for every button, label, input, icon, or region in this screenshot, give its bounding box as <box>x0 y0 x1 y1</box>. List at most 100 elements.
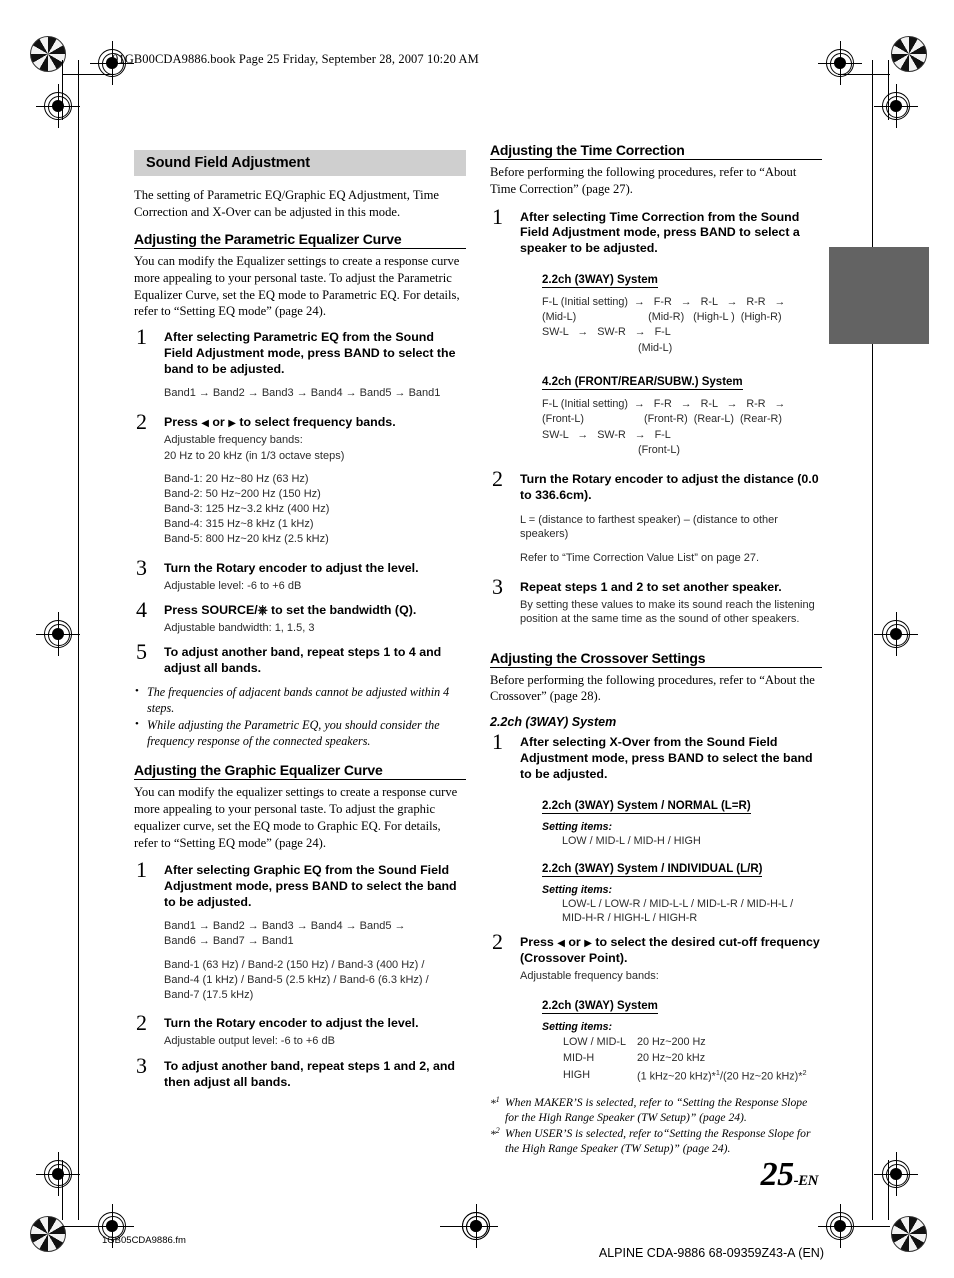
section-title-sound-field-adjustment: Sound Field Adjustment <box>134 150 466 176</box>
step-heading: Press SOURCE/⎈ to set the bandwidth (Q). <box>164 603 466 619</box>
subheading-4-2ch-front-rear-subw-system: 4.2ch (FRONT/REAR/SUBW.) System <box>542 375 743 390</box>
step-heading: To adjust another band, repeat steps 1 a… <box>164 1059 456 1089</box>
parametric-notes-list: The frequencies of adjacent bands cannot… <box>134 684 466 750</box>
setting-items-values: LOW / MID-L / MID-H / HIGH <box>562 835 701 848</box>
registration-target-lower-left <box>36 1152 80 1196</box>
right-column: Adjusting the Time Correction Before per… <box>490 142 822 1157</box>
heading-adjusting-graphic-equalizer-curve: Adjusting the Graphic Equalizer Curve <box>134 762 466 780</box>
table-row: MID-H 20 Hz~20 kHz <box>562 1050 808 1066</box>
footnote-number: 1 <box>495 1094 500 1104</box>
crop-mark-top-horizontal-left <box>62 74 114 75</box>
registration-target-mid-right <box>874 84 918 128</box>
values-line-2: MID-H-R / HIGH-L / HIGH-R <box>562 911 698 924</box>
step-text-part-a: Turn the <box>520 472 573 487</box>
book-header-line: 01GB00CDA9886.book Page 25 Friday, Septe… <box>112 52 479 66</box>
step-heading: Turn the Rotary encoder to adjust the le… <box>164 561 466 577</box>
band-freq-line-3: Band-7 (17.5 kHz) <box>164 989 254 1002</box>
flow-line-2: (Mid-L) (Mid-R) (High-L ) (High-R) <box>542 310 782 323</box>
parametric-intro-paragraph: You can modify the Equalizer settings to… <box>134 253 460 319</box>
note-item: The frequencies of adjacent bands cannot… <box>134 684 466 717</box>
speaker-flow-2-2ch: 2.2ch (3WAY) System F-L (Initial setting… <box>542 270 822 356</box>
frequency-table: LOW / MID-L 20 Hz~200 Hz MID-H 20 Hz~20 … <box>562 1034 808 1085</box>
step-text-part-a: Press <box>164 415 202 430</box>
footnote-text: When USER’S is selected, refer to“Settin… <box>505 1126 811 1155</box>
key-rotary-encoder: Rotary encoder <box>216 561 307 576</box>
registration-circle-bottom-right <box>891 1216 927 1252</box>
row-label: LOW / MID-L <box>563 1035 626 1048</box>
crop-mark-right-vertical <box>872 60 873 1220</box>
model-identification-line: ALPINE CDA-9886 68-09359Z43-A (EN) <box>598 1246 824 1260</box>
heading-adjusting-crossover-settings: Adjusting the Crossover Settings <box>490 650 822 668</box>
distance-formula: L = (distance to farthest speaker) – (di… <box>520 513 822 543</box>
values-line-1: LOW-L / LOW-R / MID-L-L / MID-L-R / MID-… <box>562 897 794 910</box>
footnote-marker: *2 <box>490 1126 500 1142</box>
subheading-normal-mode: 2.2ch (3WAY) System / NORMAL (L=R) <box>542 800 751 815</box>
row-label: HIGH <box>563 1069 590 1082</box>
step-number: 2 <box>492 929 503 955</box>
source-file-name: 1GB05CDA9886.fm <box>102 1235 186 1246</box>
step-number: 4 <box>136 596 147 622</box>
step-heading: Turn the Rotary encoder to adjust the le… <box>164 1016 466 1032</box>
step-number: 1 <box>492 203 503 229</box>
registration-circle-bottom-left <box>30 1216 66 1252</box>
left-arrow-icon: ◀ <box>557 938 565 950</box>
footnote-number: 2 <box>495 1125 500 1135</box>
step-number: 3 <box>136 1053 147 1079</box>
subheading-2-2ch-3way-system: 2.2ch (3WAY) System <box>542 273 658 288</box>
crop-mark-bottom-center-horizontal <box>440 1226 496 1227</box>
registration-target-top-right <box>818 41 862 85</box>
time-correction-step-2: 2 Turn the Rotary encoder to adjust the … <box>490 468 822 566</box>
step-number: 3 <box>136 555 147 581</box>
step-text-part-b: or <box>564 935 585 950</box>
left-column: Sound Field Adjustment The setting of Pa… <box>134 150 466 1099</box>
step-heading: Press ◀ or ▶ to select the desired cut-o… <box>520 935 822 966</box>
graphic-step-2: 2 Turn the Rotary encoder to adjust the … <box>134 1012 466 1048</box>
step-heading: After selecting Parametric EQ from the S… <box>164 330 466 377</box>
step-number: 1 <box>492 729 503 755</box>
flow-line-2: (Front-L) (Front-R) (Rear-L) (Rear-R) <box>542 413 782 426</box>
step-text-part-b: to adjust the level. <box>307 1016 419 1031</box>
step-text-part-b: to set the bandwidth (Q). <box>267 602 417 617</box>
flow-line-4: (Mid-L) <box>542 341 673 354</box>
graphic-step-1: 1 After selecting Graphic EQ from the So… <box>134 859 466 1003</box>
band-frequency-list: Band-1: 20 Hz~80 Hz (63 Hz) Band-2: 50 H… <box>164 472 466 547</box>
crop-mark-left-vertical <box>78 60 79 1220</box>
flow-line-1: F-L (Initial setting) → F-R → R-L → R-R … <box>542 397 786 410</box>
footnote-text: When MAKER’S is selected, refer to “Sett… <box>505 1095 808 1124</box>
graphic-band-flow-sequence: Band1 → Band2 → Band3 → Band4 → Band5 → … <box>164 919 466 949</box>
crossover-intro-paragraph: Before performing the following procedur… <box>490 672 815 704</box>
crossover-individual-block: 2.2ch (3WAY) System / INDIVIDUAL (L/R) S… <box>542 859 822 926</box>
key-band: BAND <box>343 345 380 360</box>
footnote-1: *1 When MAKER’S is selected, refer to “S… <box>490 1095 822 1125</box>
crop-mark-top-horizontal-right <box>838 74 890 75</box>
step-text-part-b: or <box>208 415 229 430</box>
registration-target-lower-right <box>874 1152 918 1196</box>
crossover-step-1: 1 After selecting X-Over from the Sound … <box>490 731 822 926</box>
section-intro-paragraph: The setting of Parametric EQ/Graphic EQ … <box>134 188 439 219</box>
footnotes-block: *1 When MAKER’S is selected, refer to “S… <box>490 1095 822 1156</box>
page-number: 25-EN <box>761 1156 819 1194</box>
parametric-step-2: 2 Press ◀ or ▶ to select frequency bands… <box>134 411 466 547</box>
adjustable-output-level-range: Adjustable output level: -6 to +6 dB <box>164 1034 335 1047</box>
setting-items-label: Setting items: <box>542 1020 613 1033</box>
registration-target-center-left <box>36 612 80 656</box>
step-number: 2 <box>136 1010 147 1036</box>
step-heading: After selecting Graphic EQ from the Soun… <box>164 863 466 910</box>
registration-circle-top-right <box>891 36 927 72</box>
key-rotary-encoder: Rotary encoder <box>572 472 663 487</box>
step-number: 1 <box>136 324 147 350</box>
crop-mark-right-vertical-outer <box>888 60 889 120</box>
footnote-2: *2 When USER’S is selected, refer to“Set… <box>490 1126 822 1156</box>
setting-items-label: Setting items: <box>542 821 613 834</box>
crop-mark-bottom-horizontal-right <box>838 1226 890 1227</box>
power-icon: ⎈ <box>257 602 268 617</box>
page-number-suffix: -EN <box>793 1173 819 1189</box>
value-part-a: (1 kHz~20 kHz)* <box>636 1070 716 1083</box>
time-correction-value-list-reference: Refer to “Time Correction Value List” on… <box>520 552 760 565</box>
flow-line-3: SW-L → SW-R → F-L <box>542 326 671 339</box>
graphic-step-3: 3 To adjust another band, repeat steps 1… <box>134 1055 466 1090</box>
key-band: BAND <box>312 879 348 894</box>
step-number: 1 <box>136 857 147 883</box>
crossover-step-2: 2 Press ◀ or ▶ to select the desired cut… <box>490 931 822 1085</box>
parametric-step-1: 1 After selecting Parametric EQ from the… <box>134 326 466 401</box>
